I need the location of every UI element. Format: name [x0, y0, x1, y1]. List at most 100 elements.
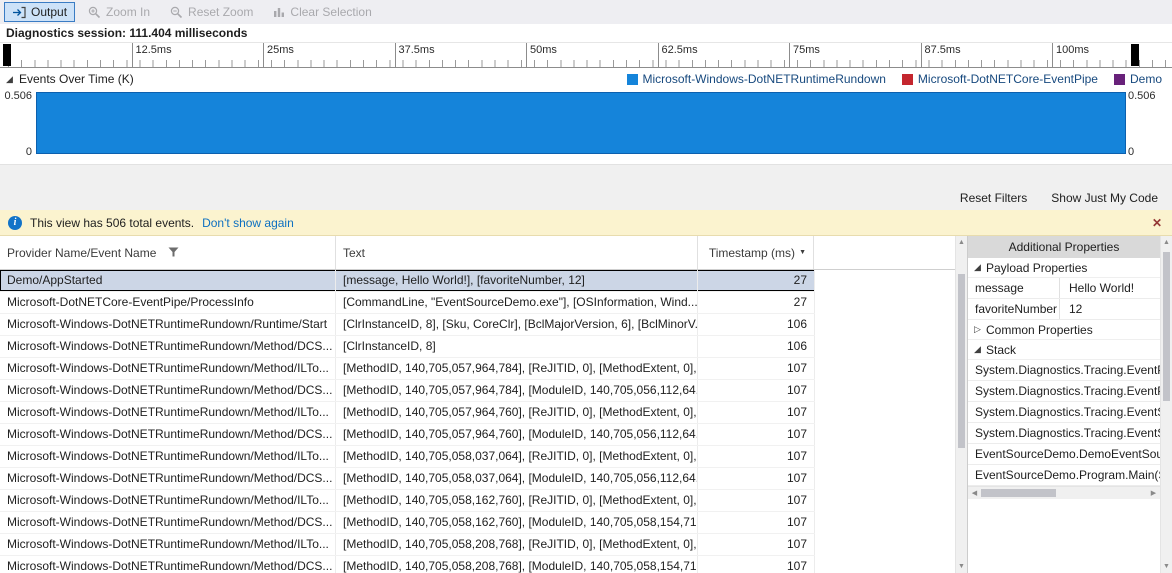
legend-item: Demo: [1113, 72, 1162, 86]
stack-frame[interactable]: System.Diagnostics.Tracing.EventPro: [968, 381, 1160, 402]
chart-header: ◢ Events Over Time (K) Microsoft-Windows…: [0, 68, 1172, 90]
cell-provider: Microsoft-Windows-DotNETRuntimeRundown/M…: [0, 512, 336, 533]
chart-legend: Microsoft-Windows-DotNETRuntimeRundown Mi…: [626, 72, 1162, 86]
cell-text: [MethodID, 140,705,058,037,064], [ReJITI…: [336, 446, 698, 467]
clear-selection-button[interactable]: Clear Selection: [266, 2, 378, 22]
table-row[interactable]: Microsoft-Windows-DotNETRuntimeRundown/M…: [0, 490, 815, 512]
stack-list: System.Diagnostics.Tracing.EventPip Syste…: [968, 360, 1160, 486]
stack-frame[interactable]: System.Diagnostics.Tracing.EventPip: [968, 360, 1160, 381]
table-row[interactable]: Microsoft-Windows-DotNETRuntimeRundown/M…: [0, 446, 815, 468]
timeline-tick: 62.5ms: [657, 43, 698, 67]
zoom-in-label: Zoom In: [106, 5, 151, 19]
table-scrollbar-thumb[interactable]: [958, 273, 965, 449]
cell-text: [MethodID, 140,705,058,208,768], [ReJITI…: [336, 534, 698, 555]
cell-timestamp: 107: [698, 380, 815, 401]
h-scrollbar-thumb[interactable]: [981, 489, 1056, 497]
timestamp-column-label: Timestamp (ms): [708, 245, 796, 260]
table-row[interactable]: Microsoft-Windows-DotNETRuntimeRundown/R…: [0, 314, 815, 336]
cell-timestamp: 107: [698, 446, 815, 467]
cell-provider: Demo/AppStarted: [0, 270, 336, 291]
cell-provider: Microsoft-Windows-DotNETRuntimeRundown/M…: [0, 402, 336, 423]
legend-item: Microsoft-Windows-DotNETRuntimeRundown: [626, 72, 886, 86]
scroll-right-icon[interactable]: ▶: [1147, 487, 1160, 499]
common-properties-header[interactable]: ▷ Common Properties: [968, 320, 1160, 340]
reset-filters-link[interactable]: Reset Filters: [960, 191, 1027, 205]
expander-collapsed-icon[interactable]: ▷: [972, 324, 983, 335]
timeline-ruler[interactable]: 12.5ms 25ms 37.5ms 50ms 62.5ms 75ms 87.5ms 100m…: [0, 43, 1172, 68]
cell-text: [ClrInstanceID, 8]: [336, 336, 698, 357]
reset-zoom-icon: [170, 6, 183, 19]
scroll-down-icon[interactable]: ▼: [956, 560, 967, 573]
table-row[interactable]: Microsoft-Windows-DotNETRuntimeRundown/M…: [0, 534, 815, 556]
table-vertical-scrollbar[interactable]: ▲ ▼: [955, 236, 967, 573]
properties-horizontal-scrollbar[interactable]: ◀ ▶: [968, 486, 1160, 499]
zoom-in-button[interactable]: Zoom In: [81, 2, 157, 22]
cell-timestamp: 106: [698, 314, 815, 335]
properties-scrollbar-thumb[interactable]: [1163, 252, 1170, 402]
column-header-timestamp[interactable]: Timestamp (ms) ▼: [698, 236, 814, 269]
table-row[interactable]: Microsoft-Windows-DotNETRuntimeRundown/M…: [0, 358, 815, 380]
chart-title: Events Over Time (K): [19, 72, 134, 86]
output-button[interactable]: Output: [4, 2, 76, 22]
properties-scrollbar-track[interactable]: [1161, 249, 1172, 560]
provider-column-label: Provider Name/Event Name: [7, 245, 157, 260]
table-row[interactable]: Demo/AppStarted [message, Hello World!], …: [0, 270, 815, 292]
cell-timestamp: 107: [698, 490, 815, 511]
legend-label: Microsoft-Windows-DotNETRuntimeRundown: [642, 72, 886, 86]
scroll-left-icon[interactable]: ◀: [968, 487, 981, 499]
legend-item: Microsoft-DotNETCore-EventPipe: [901, 72, 1098, 86]
dont-show-again-link[interactable]: Don't show again: [202, 216, 294, 230]
property-row[interactable]: message Hello World!: [968, 278, 1160, 299]
table-row[interactable]: Microsoft-DotNETCore-EventPipe/ProcessIn…: [0, 292, 815, 314]
text-column-label: Text: [343, 245, 366, 260]
tick-label: 37.5ms: [398, 44, 435, 56]
legend-swatch: [1113, 73, 1125, 85]
stack-header[interactable]: ◢ Stack: [968, 340, 1160, 360]
table-scrollbar-track[interactable]: [956, 249, 967, 560]
reset-zoom-label: Reset Zoom: [188, 5, 254, 19]
chart-expander-icon[interactable]: ◢: [4, 74, 15, 85]
table-row[interactable]: Microsoft-Windows-DotNETRuntimeRundown/M…: [0, 512, 815, 534]
stack-frame[interactable]: EventSourceDemo.DemoEventSour: [968, 444, 1160, 465]
column-header-filler: [814, 236, 955, 269]
clear-selection-label: Clear Selection: [290, 5, 372, 19]
timeline-tick: 25ms: [263, 43, 294, 67]
show-just-my-code-link[interactable]: Show Just My Code: [1051, 191, 1158, 205]
properties-vertical-scrollbar[interactable]: ▲ ▼: [1160, 236, 1172, 573]
chart-plot-area[interactable]: [36, 92, 1126, 154]
selection-handle-right[interactable]: [1131, 44, 1139, 66]
scroll-down-icon[interactable]: ▼: [1161, 560, 1172, 573]
chart-title-group[interactable]: ◢ Events Over Time (K): [4, 72, 134, 86]
expander-expanded-icon[interactable]: ◢: [972, 262, 983, 273]
table-row[interactable]: Microsoft-Windows-DotNETRuntimeRundown/M…: [0, 424, 815, 446]
reset-zoom-button[interactable]: Reset Zoom: [163, 2, 260, 22]
filter-icon[interactable]: [168, 246, 179, 260]
table-row[interactable]: Microsoft-Windows-DotNETRuntimeRundown/M…: [0, 468, 815, 490]
timeline-tick: 37.5ms: [394, 43, 435, 67]
h-scrollbar-track[interactable]: [981, 487, 1147, 499]
minor-ticks: [8, 60, 1172, 67]
stack-frame[interactable]: System.Diagnostics.Tracing.EventSou: [968, 402, 1160, 423]
selection-handle-left[interactable]: [3, 44, 11, 66]
column-header-provider[interactable]: Provider Name/Event Name: [0, 236, 336, 269]
stack-frame[interactable]: System.Diagnostics.Tracing.EventSou: [968, 423, 1160, 444]
timeline-tick: 50ms: [526, 43, 557, 67]
table-row[interactable]: Microsoft-Windows-DotNETRuntimeRundown/M…: [0, 380, 815, 402]
tick-label: 75ms: [793, 44, 820, 56]
column-header-text[interactable]: Text: [336, 236, 698, 269]
scroll-up-icon[interactable]: ▲: [956, 236, 967, 249]
payload-section-label: Payload Properties: [986, 260, 1088, 275]
table-row[interactable]: Microsoft-Windows-DotNETRuntimeRundown/M…: [0, 556, 815, 573]
table-row[interactable]: Microsoft-Windows-DotNETRuntimeRundown/M…: [0, 402, 815, 424]
scroll-up-icon[interactable]: ▲: [1161, 236, 1172, 249]
payload-properties-header[interactable]: ◢ Payload Properties: [968, 258, 1160, 278]
stack-frame[interactable]: EventSourceDemo.Program.Main(Sy: [968, 465, 1160, 486]
cell-provider: Microsoft-Windows-DotNETRuntimeRundown/M…: [0, 468, 336, 489]
property-row[interactable]: favoriteNumber 12: [968, 299, 1160, 320]
table-row[interactable]: Microsoft-Windows-DotNETRuntimeRundown/M…: [0, 336, 815, 358]
cell-provider: Microsoft-Windows-DotNETRuntimeRundown/M…: [0, 534, 336, 555]
cell-provider: Microsoft-Windows-DotNETRuntimeRundown/M…: [0, 490, 336, 511]
expander-expanded-icon[interactable]: ◢: [972, 344, 983, 355]
filter-links-strip: Reset Filters Show Just My Code: [0, 164, 1172, 210]
close-icon[interactable]: ✕: [1152, 216, 1162, 230]
